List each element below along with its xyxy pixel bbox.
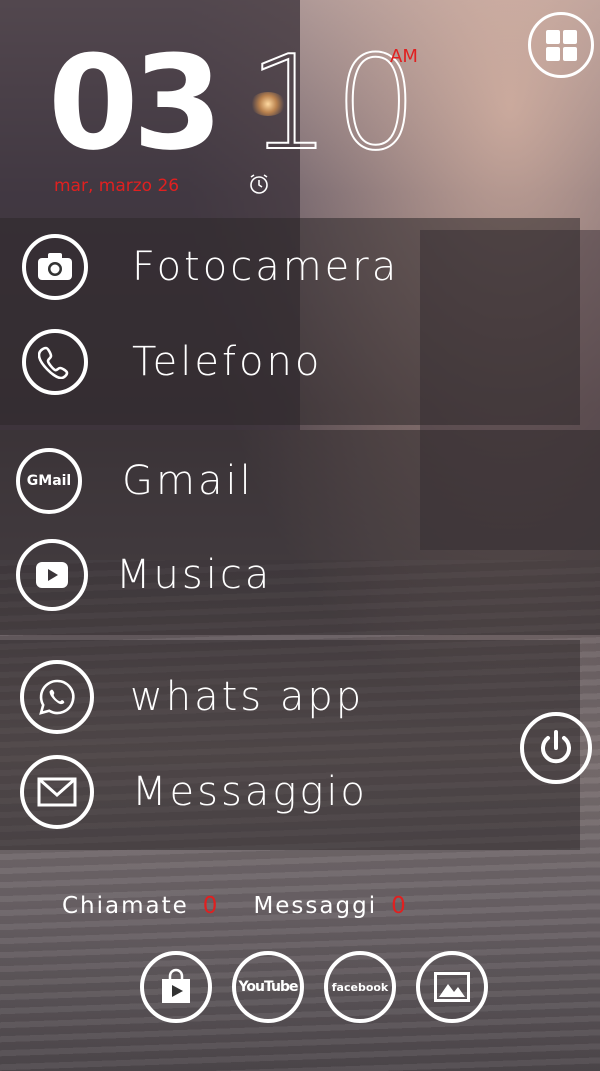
dock-gallery[interactable] xyxy=(416,951,488,1023)
app-label-telefono: Telefono xyxy=(132,339,323,385)
calls-label: Chiamate xyxy=(62,893,189,919)
messages-count: 0 xyxy=(391,893,408,919)
envelope-icon xyxy=(20,755,94,829)
app-label-messaggio: Messaggio xyxy=(132,769,368,815)
power-icon xyxy=(541,730,571,764)
app-row-telefono[interactable]: Telefono xyxy=(22,329,322,395)
play-store-icon xyxy=(162,968,190,1003)
app-row-musica[interactable]: Musica xyxy=(16,539,272,611)
app-row-whatsapp[interactable]: whats app xyxy=(20,660,364,734)
app-label-musica: Musica xyxy=(116,552,273,598)
dock-youtube[interactable]: YouTube xyxy=(232,951,304,1023)
clock-widget[interactable]: 03 10 xyxy=(48,37,418,169)
app-row-gmail[interactable]: GMail Gmail xyxy=(16,448,254,514)
app-label-fotocamera: Fotocamera xyxy=(132,244,400,290)
gallery-icon xyxy=(434,972,470,1002)
alarm-clock-icon xyxy=(250,174,268,194)
dock: YouTube facebook xyxy=(140,951,488,1023)
clock-hours: 03 xyxy=(48,27,223,179)
camera-icon xyxy=(22,234,88,300)
app-row-messaggio[interactable]: Messaggio xyxy=(20,755,368,829)
phone-icon xyxy=(22,329,88,395)
clock-ampm: AM xyxy=(390,46,418,67)
whatsapp-icon xyxy=(20,660,94,734)
notification-counters: Chiamate 0 Messaggi 0 xyxy=(62,893,442,919)
dock-facebook[interactable]: facebook xyxy=(324,951,396,1023)
app-drawer-button[interactable] xyxy=(528,12,594,78)
app-label-gmail: Gmail xyxy=(122,458,254,504)
gmail-icon: GMail xyxy=(16,448,82,514)
app-label-whatsapp: whats app xyxy=(130,674,365,720)
grid-icon xyxy=(544,28,578,62)
messages-label: Messaggi xyxy=(253,893,378,919)
facebook-icon: facebook xyxy=(331,980,389,994)
clock-date: mar, marzo 26 xyxy=(54,176,180,196)
app-row-fotocamera[interactable]: Fotocamera xyxy=(22,234,399,300)
youtube-icon: YouTube xyxy=(238,979,299,995)
power-button[interactable] xyxy=(520,712,592,784)
youtube-play-icon xyxy=(16,539,88,611)
dock-play-store[interactable] xyxy=(140,951,212,1023)
calls-count: 0 xyxy=(202,893,220,919)
